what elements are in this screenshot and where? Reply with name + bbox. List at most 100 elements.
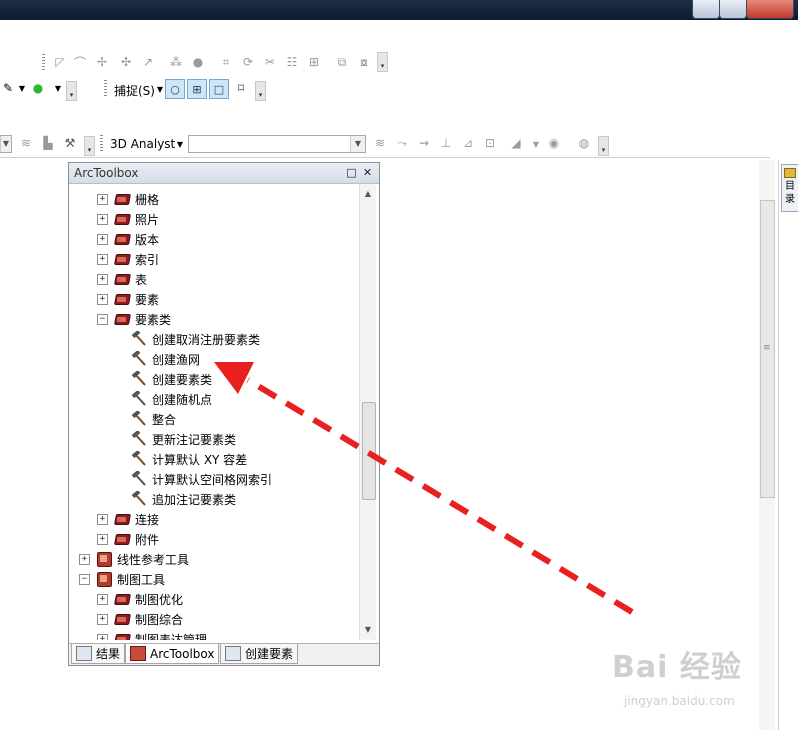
- interpolate-polygon-icon[interactable]: ⊡: [482, 135, 498, 151]
- vertex-snapping-button[interactable]: ⊞: [187, 79, 207, 99]
- line-of-sight-icon[interactable]: ⇝: [416, 135, 432, 151]
- scale-icon[interactable]: ⁂: [168, 54, 184, 70]
- end-snapping-icon[interactable]: ⌑: [233, 80, 249, 96]
- catalog-side-tab[interactable]: 目录: [781, 164, 798, 212]
- tree-tool-item[interactable]: 整合: [131, 409, 176, 429]
- profile-graph-icon[interactable]: ◢: [508, 135, 524, 151]
- steepest-path-icon[interactable]: ⤳: [394, 135, 410, 151]
- tab-arctoolbox[interactable]: ArcToolbox: [125, 644, 220, 664]
- tree-toolbox-item[interactable]: + 连接: [97, 509, 159, 529]
- tab-create-features[interactable]: 创建要素: [220, 644, 299, 664]
- reshape-icon[interactable]: ⌗: [218, 54, 234, 70]
- expand-icon[interactable]: +: [97, 253, 108, 265]
- expand-icon[interactable]: +: [79, 553, 90, 565]
- expand-icon[interactable]: +: [97, 593, 108, 605]
- panel-tabs: 结果 ArcToolbox 创建要素: [69, 643, 379, 665]
- tree-toolbox-item[interactable]: + 照片: [97, 209, 159, 229]
- hammer-icon: [131, 491, 146, 506]
- point-snapping-button[interactable]: ○: [165, 79, 185, 99]
- collapse-icon[interactable]: −: [97, 313, 108, 325]
- tree-toolbox-item[interactable]: − 要素类: [97, 309, 171, 329]
- midpoint-icon[interactable]: ✢: [94, 54, 110, 70]
- contour-tool-icon[interactable]: ≋: [372, 135, 388, 151]
- tree-tool-item[interactable]: 计算默认 XY 容差: [131, 449, 247, 469]
- expand-icon[interactable]: +: [97, 633, 108, 640]
- sketch-properties-icon[interactable]: ⊞: [306, 54, 322, 70]
- expand-icon[interactable]: +: [97, 513, 108, 525]
- expand-icon[interactable]: +: [97, 233, 108, 245]
- attribute-icon[interactable]: ☷: [284, 54, 300, 70]
- interpolate-line-icon[interactable]: ⊿: [460, 135, 476, 151]
- rotate-icon[interactable]: ⟳: [240, 54, 256, 70]
- straight-segment-icon[interactable]: ◸: [52, 54, 68, 70]
- toolbar-options-chevron[interactable]: ▾: [598, 136, 609, 156]
- toolbar-options-chevron[interactable]: ▾: [255, 81, 266, 101]
- expand-icon[interactable]: +: [97, 613, 108, 625]
- minimize-button[interactable]: [692, 0, 720, 19]
- tree-toolbox-item[interactable]: + 制图综合: [97, 609, 183, 629]
- close-window-button[interactable]: [746, 0, 794, 19]
- scroll-up-icon[interactable]: ▲: [360, 186, 376, 202]
- tree-tool-item[interactable]: 创建随机点: [131, 389, 212, 409]
- paste-icon[interactable]: ⧇: [356, 54, 372, 70]
- toolbar-options-chevron[interactable]: ▾: [84, 136, 95, 156]
- expand-icon[interactable]: +: [97, 193, 108, 205]
- dropdown-arrow-icon[interactable]: ▼: [50, 80, 66, 96]
- snapping-menu[interactable]: 捕捉(S): [114, 82, 155, 99]
- expand-icon[interactable]: +: [97, 273, 108, 285]
- collapse-icon[interactable]: −: [79, 573, 90, 585]
- circle-icon[interactable]: ●: [190, 54, 206, 70]
- endpoint-arc-icon[interactable]: ⌒: [72, 54, 88, 70]
- tree-toolbox-item[interactable]: + 制图表达管理: [97, 629, 207, 640]
- tree-toolbox-item[interactable]: + 制图优化: [97, 589, 183, 609]
- tree-toolbox-item[interactable]: + 栅格: [97, 189, 159, 209]
- toolbar-grip[interactable]: [104, 80, 107, 98]
- tree-toolbox-item[interactable]: + 线性参考工具: [79, 549, 189, 569]
- panel-header[interactable]: ArcToolbox □ ✕: [69, 163, 379, 184]
- interpolate-point-icon[interactable]: ⊥: [438, 135, 454, 151]
- edge-snapping-button[interactable]: □: [209, 79, 229, 99]
- tab-results[interactable]: 结果: [71, 644, 126, 664]
- arcglobe-icon[interactable]: ◍: [576, 135, 592, 151]
- tree-tool-item[interactable]: 创建要素类: [131, 369, 212, 389]
- toolbar-grip[interactable]: [100, 135, 103, 153]
- histogram-icon[interactable]: ▙: [40, 135, 56, 151]
- arcscene-icon[interactable]: ◉: [546, 135, 562, 151]
- right-angle-icon[interactable]: ↗: [140, 54, 156, 70]
- tree-tool-item[interactable]: 创建取消注册要素类: [131, 329, 260, 349]
- restore-icon[interactable]: □: [345, 166, 358, 179]
- scroll-thumb[interactable]: [362, 402, 376, 500]
- dropdown-arrow-icon[interactable]: ▼: [528, 136, 544, 152]
- tree-toolbox-item[interactable]: + 附件: [97, 529, 159, 549]
- tree-toolbox-item[interactable]: + 版本: [97, 229, 159, 249]
- tree-tool-item[interactable]: 更新注记要素类: [131, 429, 236, 449]
- tree-tool-item[interactable]: 计算默认空间格网索引: [131, 469, 272, 489]
- surface-layer-combo[interactable]: ▼: [188, 135, 366, 153]
- layer-combo[interactable]: ▼: [0, 135, 12, 153]
- split-icon[interactable]: ✂: [262, 54, 278, 70]
- expand-icon[interactable]: +: [97, 293, 108, 305]
- toolbar-options-chevron[interactable]: ▾: [66, 81, 77, 101]
- panel-scrollbar[interactable]: ▲ ▼: [359, 184, 376, 640]
- tree-toolbox-item[interactable]: + 要素: [97, 289, 159, 309]
- tree-tool-item[interactable]: 追加注记要素类: [131, 489, 236, 509]
- toolbar-grip[interactable]: [42, 54, 45, 72]
- copy-icon[interactable]: ⧉: [334, 54, 350, 70]
- dropdown-arrow-icon[interactable]: ▼: [14, 80, 30, 96]
- close-icon[interactable]: ✕: [361, 166, 374, 179]
- analyst-menu[interactable]: 3D Analyst: [110, 137, 175, 151]
- maximize-button[interactable]: [719, 0, 747, 19]
- expand-icon[interactable]: +: [97, 213, 108, 225]
- tree-toolbox-item[interactable]: + 表: [97, 269, 147, 289]
- tree-tool-item[interactable]: 创建渔网: [131, 349, 200, 369]
- contour-icon[interactable]: ≋: [18, 135, 34, 151]
- toolbar-options-chevron[interactable]: ▾: [377, 52, 388, 72]
- tree-toolbox-item[interactable]: − 制图工具: [79, 569, 165, 589]
- tree-toolbox-item[interactable]: + 索引: [97, 249, 159, 269]
- dropdown-arrow-icon[interactable]: ▼: [172, 136, 188, 152]
- hammer-icon[interactable]: ⚒: [62, 135, 78, 151]
- expand-icon[interactable]: +: [97, 533, 108, 545]
- scroll-down-icon[interactable]: ▼: [360, 622, 376, 638]
- trace-icon[interactable]: ✣: [118, 54, 134, 70]
- fill-color-icon[interactable]: ●: [30, 80, 46, 96]
